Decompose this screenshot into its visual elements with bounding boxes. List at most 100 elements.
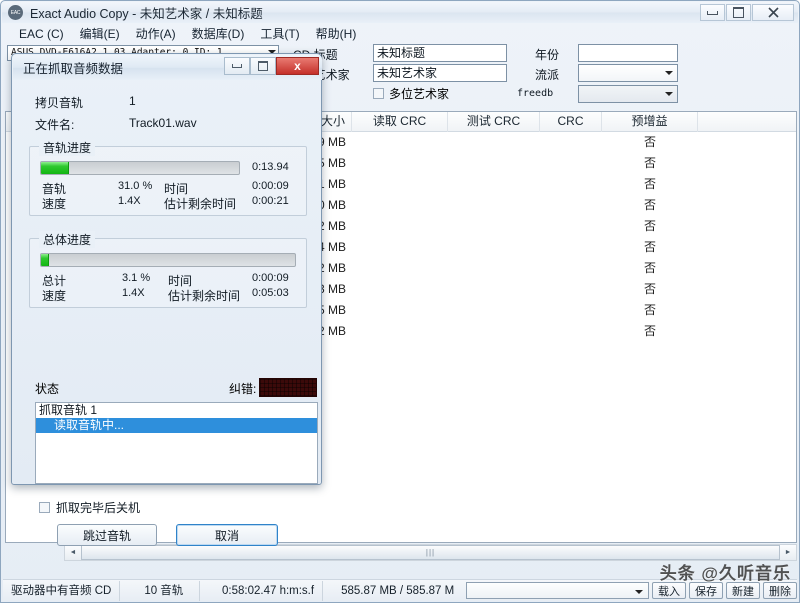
table-cell-crc — [540, 216, 602, 237]
cd-title-input[interactable]: 未知标题 — [373, 44, 507, 62]
column-header-pregain[interactable]: 预增益 — [602, 112, 698, 132]
track-eta-value: 0:00:21 — [252, 195, 289, 207]
table-cell-crc — [540, 279, 602, 300]
freedb-select[interactable] — [578, 85, 678, 103]
table-cell-pregain: 否 — [602, 216, 698, 237]
total-time-value: 0:00:09 — [252, 272, 289, 284]
genre-select[interactable] — [578, 64, 678, 82]
menu-item-database[interactable]: 数据库(D) — [184, 24, 253, 43]
total-speed-value: 1.4X — [122, 287, 145, 299]
maximize-icon[interactable] — [726, 4, 751, 21]
dialog-title-bar: 正在抓取音频数据 x — [13, 55, 322, 80]
track-speed-label: 速度 — [42, 195, 66, 212]
minimize-icon[interactable] — [700, 4, 725, 21]
scroll-right-arrow-icon[interactable]: ► — [780, 545, 796, 560]
year-label: 年份 — [535, 46, 559, 63]
copy-track-value: 1 — [129, 94, 136, 108]
dialog-body: 拷贝音轨 1 文件名: Track01.wav 音轨进度 0:13.94 音轨 … — [13, 80, 322, 484]
menu-item-help[interactable]: 帮助(H) — [308, 24, 365, 43]
year-input[interactable] — [578, 44, 678, 62]
total-speed-label: 速度 — [42, 287, 66, 304]
table-cell-read-crc — [352, 174, 448, 195]
skip-track-button[interactable]: 跳过音轨 — [57, 524, 157, 546]
window-title: Exact Audio Copy - 未知艺术家 / 未知标题 — [30, 3, 263, 22]
track-time-value: 0:00:09 — [252, 180, 289, 192]
filename-label: 文件名: — [35, 116, 74, 133]
track-speed-value: 1.4X — [118, 195, 141, 207]
error-correction-indicator — [259, 378, 317, 397]
list-item[interactable]: 抓取音轨 1 — [36, 403, 317, 418]
shutdown-after-rip-checkbox[interactable]: 抓取完毕后关机 — [39, 499, 140, 516]
menu-item-eac[interactable]: EAC (C) — [11, 26, 72, 42]
status-drive-state: 驱动器中有音频 CD — [3, 581, 120, 601]
cancel-button[interactable]: 取消 — [176, 524, 278, 546]
total-eta-value: 0:05:03 — [252, 287, 289, 299]
table-cell-read-crc — [352, 279, 448, 300]
delete-profile-button[interactable]: 删除 — [763, 582, 797, 599]
menu-item-tools[interactable]: 工具(T) — [252, 24, 307, 43]
dialog-maximize-icon[interactable] — [250, 57, 276, 75]
status-total-time: 0:58:02.47 h:m:s.f — [200, 581, 323, 601]
dialog-status-label: 状态 — [35, 380, 59, 397]
checkbox-icon — [39, 502, 50, 513]
track-eta-label: 估计剩余时间 — [164, 195, 236, 212]
table-cell-test-crc — [448, 195, 540, 216]
total-progress-bar — [40, 253, 296, 267]
column-header-read-crc[interactable]: 读取 CRC — [352, 112, 448, 132]
table-cell-read-crc — [352, 132, 448, 153]
table-cell-crc — [540, 174, 602, 195]
table-cell-crc — [540, 237, 602, 258]
table-cell-read-crc — [352, 321, 448, 342]
table-cell-test-crc — [448, 321, 540, 342]
scrollbar-thumb[interactable]: ||| — [81, 545, 780, 560]
menu-item-edit[interactable]: 编辑(E) — [72, 24, 128, 43]
table-cell-pregain: 否 — [602, 300, 698, 321]
status-track-count: 10 音轨 — [120, 581, 200, 601]
shutdown-after-rip-label: 抓取完毕后关机 — [56, 499, 140, 516]
table-cell-read-crc — [352, 153, 448, 174]
application-window: EAC Exact Audio Copy - 未知艺术家 / 未知标题 EAC … — [0, 0, 800, 603]
status-log-list[interactable]: 抓取音轨 1读取音轨中... — [35, 402, 318, 484]
load-profile-button[interactable]: 载入 — [652, 582, 686, 599]
table-cell-pregain: 否 — [602, 195, 698, 216]
table-cell-pregain: 否 — [602, 153, 698, 174]
profile-select[interactable] — [466, 582, 649, 599]
track-elapsed-display: 0:13.94 — [252, 161, 289, 173]
table-cell-test-crc — [448, 153, 540, 174]
table-cell-crc — [540, 132, 602, 153]
cd-artist-input[interactable]: 未知艺术家 — [373, 64, 507, 82]
close-icon[interactable] — [752, 4, 794, 21]
table-cell-pregain: 否 — [602, 174, 698, 195]
ripping-dialog: 正在抓取音频数据 x 拷贝音轨 1 文件名: Track01.wav 音轨进度 … — [11, 53, 322, 485]
table-cell-crc — [540, 258, 602, 279]
table-cell-test-crc — [448, 258, 540, 279]
table-cell-pregain: 否 — [602, 258, 698, 279]
column-header-test-crc[interactable]: 测试 CRC — [448, 112, 540, 132]
dialog-close-icon[interactable]: x — [276, 57, 319, 75]
table-cell-test-crc — [448, 237, 540, 258]
column-header-crc[interactable]: CRC — [540, 112, 602, 132]
menu-bar: EAC (C) 编辑(E) 动作(A) 数据库(D) 工具(T) 帮助(H) — [3, 24, 797, 43]
table-cell-read-crc — [352, 258, 448, 279]
chevron-down-icon — [665, 71, 673, 75]
menu-item-action[interactable]: 动作(A) — [128, 24, 184, 43]
total-progress-group: 总体进度 总计 3.1 % 时间 0:00:09 速度 1.4X 估计剩余时间 … — [29, 238, 307, 308]
save-profile-button[interactable]: 保存 — [689, 582, 723, 599]
app-logo-icon: EAC — [8, 5, 23, 20]
total-progress-title: 总体进度 — [39, 231, 95, 248]
table-cell-read-crc — [352, 237, 448, 258]
scroll-left-arrow-icon[interactable]: ◄ — [65, 545, 81, 560]
list-item[interactable]: 读取音轨中... — [36, 418, 317, 433]
dialog-minimize-icon[interactable] — [224, 57, 250, 75]
status-total-size: 585.87 MB / 585.87 M — [323, 581, 462, 601]
multi-artist-checkbox[interactable]: 多位艺术家 — [373, 85, 449, 102]
checkbox-icon — [373, 88, 384, 99]
new-profile-button[interactable]: 新建 — [726, 582, 760, 599]
table-cell-pregain: 否 — [602, 279, 698, 300]
table-cell-crc — [540, 195, 602, 216]
freedb-label: freedb — [517, 88, 553, 99]
window-controls — [700, 4, 794, 21]
table-cell-read-crc — [352, 300, 448, 321]
dialog-window-controls: x — [224, 57, 319, 75]
dialog-title: 正在抓取音频数据 — [23, 58, 123, 77]
